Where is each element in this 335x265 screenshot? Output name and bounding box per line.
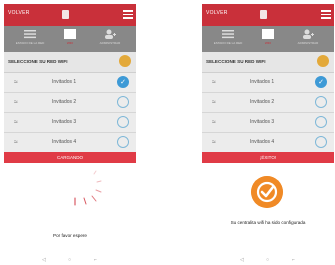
tab-wifi[interactable]: WIFI — [248, 29, 288, 45]
hamburger-menu-icon[interactable] — [321, 10, 331, 19]
success-message: Su centralita wifi ha sido configurada — [230, 220, 306, 225]
wifi-icon: ≈ — [14, 139, 18, 146]
section-title: SELECCIONE SU RED WIFI — [206, 59, 266, 64]
network-name: Invitados 3 — [250, 119, 275, 125]
list-item[interactable]: ≈ Invitados 4 — [4, 133, 136, 153]
back-nav-icon[interactable]: ◁ — [240, 257, 244, 263]
back-button[interactable]: VOLVER — [206, 10, 228, 16]
radio-button[interactable] — [117, 136, 129, 148]
system-nav-bar: ◁ ○ ⌐ — [202, 257, 334, 265]
tab-label: ESTADO DE LA RED — [15, 41, 45, 45]
success-check-icon — [251, 176, 283, 208]
network-name: Invitados 2 — [52, 99, 77, 105]
wifi-icon: ≈ — [14, 79, 18, 86]
phone-loading-screen: VOLVER ESTADO DE LA RED WIFI ADMINISTRAR… — [4, 0, 136, 265]
radio-button[interactable] — [117, 96, 129, 108]
tab-label: ADMINISTRAR — [297, 41, 319, 45]
list-item[interactable]: ≈ Invitados 1 ✓ — [202, 73, 334, 93]
wifi-icon — [262, 29, 274, 39]
network-name: Invitados 2 — [250, 99, 275, 105]
wifi-icon: ≈ — [212, 99, 216, 106]
tab-label: ESTADO DE LA RED — [213, 41, 243, 45]
list-item[interactable]: ≈ Invitados 4 — [202, 133, 334, 153]
list-item[interactable]: ≈ Invitados 2 — [202, 93, 334, 113]
radio-button[interactable] — [117, 116, 129, 128]
tab-bar: ESTADO DE LA RED WIFI ADMINISTRAR — [202, 26, 334, 52]
refresh-icon[interactable] — [119, 55, 131, 67]
radio-button[interactable] — [315, 136, 327, 148]
tab-manage[interactable]: ADMINISTRAR — [90, 29, 130, 45]
home-nav-icon[interactable]: ○ — [68, 257, 71, 263]
tab-label: WIFI — [264, 41, 272, 45]
tab-label: ADMINISTRAR — [99, 41, 121, 45]
list-item[interactable]: ≈ Invitados 3 — [202, 113, 334, 133]
network-name: Invitados 4 — [52, 139, 77, 145]
check-icon[interactable]: ✓ — [117, 76, 129, 88]
back-button[interactable]: VOLVER — [8, 10, 30, 16]
status-bar: CARGANDO — [4, 152, 136, 163]
wifi-icon: ≈ — [212, 79, 216, 86]
list-icon — [222, 30, 234, 39]
network-name: Invitados 1 — [52, 79, 77, 85]
user-add-icon — [303, 29, 314, 39]
list-item[interactable]: ≈ Invitados 2 — [4, 93, 136, 113]
radio-button[interactable] — [315, 96, 327, 108]
hamburger-menu-icon[interactable] — [123, 10, 133, 19]
app-logo — [62, 10, 69, 19]
network-list: ≈ Invitados 1 ✓ ≈ Invitados 2 ≈ Invitado… — [202, 73, 334, 153]
app-header: VOLVER — [202, 4, 334, 26]
tab-label: WIFI — [66, 41, 74, 45]
check-icon[interactable]: ✓ — [315, 76, 327, 88]
recent-apps-icon[interactable]: ⌐ — [94, 257, 97, 263]
wifi-section-header: SELECCIONE SU RED WIFI — [4, 52, 136, 73]
tab-network-status[interactable]: ESTADO DE LA RED — [208, 29, 248, 45]
network-list: ≈ Invitados 1 ✓ ≈ Invitados 2 ≈ Invitado… — [4, 73, 136, 153]
loading-message: Por favor espere — [53, 233, 87, 238]
refresh-icon[interactable] — [317, 55, 329, 67]
wifi-icon: ≈ — [212, 139, 216, 146]
tab-wifi[interactable]: WIFI — [50, 29, 90, 45]
app-header: VOLVER — [4, 4, 136, 26]
app-logo — [260, 10, 267, 19]
system-nav-bar: ◁ ○ ⌐ — [4, 257, 136, 265]
network-name: Invitados 3 — [52, 119, 77, 125]
phone-success-screen: VOLVER ESTADO DE LA RED WIFI ADMINISTRAR… — [202, 0, 334, 265]
wifi-icon: ≈ — [14, 119, 18, 126]
list-item[interactable]: ≈ Invitados 1 ✓ — [4, 73, 136, 93]
list-icon — [24, 30, 36, 39]
wifi-section-header: SELECCIONE SU RED WIFI — [202, 52, 334, 73]
recent-apps-icon[interactable]: ⌐ — [292, 257, 295, 263]
wifi-icon: ≈ — [14, 99, 18, 106]
tab-network-status[interactable]: ESTADO DE LA RED — [10, 29, 50, 45]
network-name: Invitados 1 — [250, 79, 275, 85]
loading-spinner-icon — [74, 170, 102, 206]
wifi-icon: ≈ — [212, 119, 216, 126]
user-add-icon — [105, 29, 116, 39]
tab-bar: ESTADO DE LA RED WIFI ADMINISTRAR — [4, 26, 136, 52]
section-title: SELECCIONE SU RED WIFI — [8, 59, 68, 64]
back-nav-icon[interactable]: ◁ — [42, 257, 46, 263]
list-item[interactable]: ≈ Invitados 3 — [4, 113, 136, 133]
status-bar: ¡ÉXITO! — [202, 152, 334, 163]
network-name: Invitados 4 — [250, 139, 275, 145]
radio-button[interactable] — [315, 116, 327, 128]
wifi-icon — [64, 29, 76, 39]
home-nav-icon[interactable]: ○ — [266, 257, 269, 263]
tab-manage[interactable]: ADMINISTRAR — [288, 29, 328, 45]
